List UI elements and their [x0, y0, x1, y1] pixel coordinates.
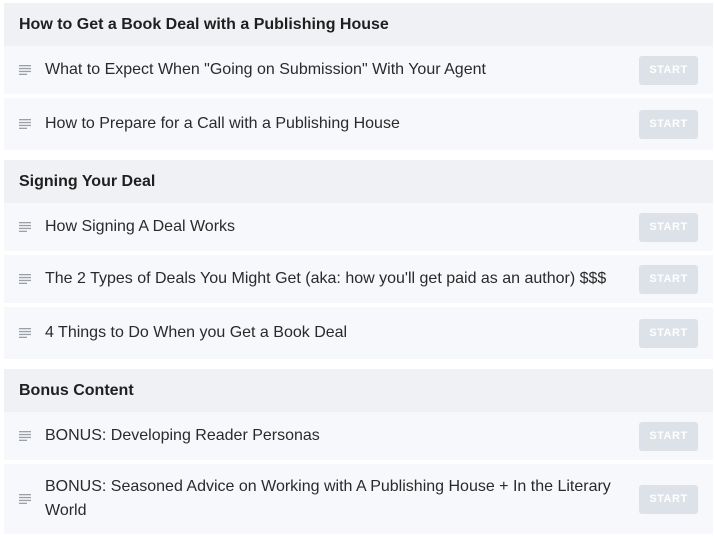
lesson-title: The 2 Types of Deals You Might Get (aka:… — [45, 270, 607, 287]
start-button[interactable]: START — [639, 55, 698, 85]
text-lines-icon — [19, 328, 31, 338]
start-button[interactable]: START — [639, 421, 698, 451]
text-lines-icon — [19, 119, 31, 129]
section: How to Get a Book Deal with a Publishing… — [4, 3, 713, 150]
lesson-title: 4 Things to Do When you Get a Book Deal — [45, 324, 348, 341]
section-divider — [4, 150, 713, 160]
section-title: How to Get a Book Deal with a Publishing… — [4, 3, 713, 46]
lesson-title: What to Expect When "Going on Submission… — [45, 61, 486, 78]
lesson-item[interactable]: BONUS: Developing Reader Personas START — [4, 412, 713, 464]
lesson-item[interactable]: BONUS: Seasoned Advice on Working with A… — [4, 464, 713, 534]
lesson-list: What to Expect When "Going on Submission… — [4, 46, 713, 150]
section: Bonus Content BONUS: Developing Reader P… — [4, 369, 713, 534]
section-divider — [4, 359, 713, 369]
start-button[interactable]: START — [639, 264, 698, 294]
section-title: Signing Your Deal — [4, 160, 713, 203]
text-lines-icon — [19, 65, 31, 75]
lesson-title: BONUS: Seasoned Advice on Working with A… — [45, 478, 611, 519]
lesson-title: How Signing A Deal Works — [45, 218, 236, 235]
lesson-title: BONUS: Developing Reader Personas — [45, 427, 320, 444]
lesson-list: How Signing A Deal Works START The 2 Typ… — [4, 203, 713, 359]
text-lines-icon — [19, 431, 31, 441]
lesson-item[interactable]: What to Expect When "Going on Submission… — [4, 46, 713, 98]
lesson-list: BONUS: Developing Reader Personas START … — [4, 412, 713, 534]
start-button[interactable]: START — [639, 318, 698, 348]
course-curriculum: How to Get a Book Deal with a Publishing… — [4, 3, 713, 534]
section-title: Bonus Content — [4, 369, 713, 412]
text-lines-icon — [19, 494, 31, 504]
text-lines-icon — [19, 222, 31, 232]
start-button[interactable]: START — [639, 109, 698, 139]
start-button[interactable]: START — [639, 212, 698, 242]
lesson-item[interactable]: The 2 Types of Deals You Might Get (aka:… — [4, 255, 713, 307]
lesson-item[interactable]: How Signing A Deal Works START — [4, 203, 713, 255]
start-button[interactable]: START — [639, 484, 698, 514]
lesson-title: How to Prepare for a Call with a Publish… — [45, 115, 400, 132]
lesson-item[interactable]: How to Prepare for a Call with a Publish… — [4, 98, 713, 150]
lesson-item[interactable]: 4 Things to Do When you Get a Book Deal … — [4, 307, 713, 359]
text-lines-icon — [19, 274, 31, 284]
section: Signing Your Deal How Signing A Deal Wor… — [4, 160, 713, 359]
